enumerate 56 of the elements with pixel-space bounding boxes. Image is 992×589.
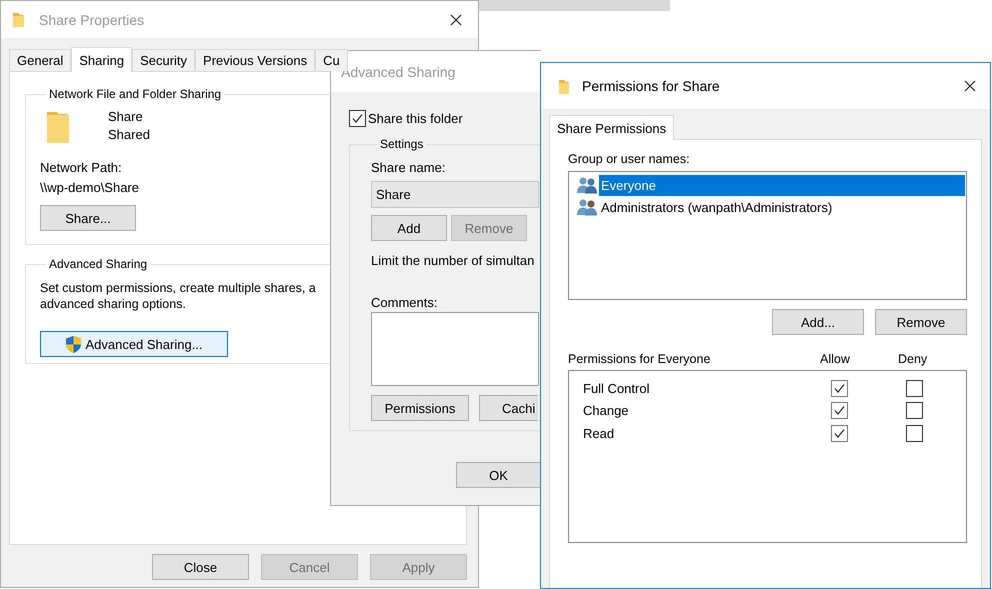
comments-field[interactable]	[371, 312, 539, 386]
shield-icon	[65, 334, 82, 354]
checkbox[interactable]	[906, 402, 923, 420]
dialog-button[interactable]: Cachi	[479, 395, 538, 421]
list-item[interactable]: Everyone	[599, 174, 965, 196]
path-label: Network Path:	[40, 160, 122, 175]
share-name-field[interactable]: Share	[371, 181, 539, 208]
permission-name: Read	[582, 426, 614, 441]
close-icon[interactable]	[964, 80, 976, 92]
dialog-button[interactable]: Add	[371, 215, 447, 241]
tab[interactable]: Security	[132, 49, 196, 71]
column-header: Deny	[898, 352, 928, 366]
dialog-button[interactable]: Close	[152, 554, 249, 580]
tab[interactable]: Previous Versions	[195, 49, 316, 71]
checkbox[interactable]	[906, 380, 923, 397]
field-label: Share name:	[371, 160, 446, 175]
limit-text: Limit the number of simultan	[371, 253, 534, 268]
share-button[interactable]: Share...	[40, 205, 136, 231]
group-heading: Advanced Sharing	[48, 257, 148, 271]
dialog-button[interactable]: Remove	[875, 309, 967, 335]
network-path: \\wp-demo\Share	[40, 180, 139, 195]
share-name: Share	[108, 109, 143, 124]
list-item[interactable]: Administrators (wanpath\Administrators)	[599, 196, 834, 218]
window-title: Permissions for Share	[582, 78, 721, 94]
close-icon[interactable]	[450, 14, 462, 26]
permission-name: Full Control	[582, 380, 650, 396]
users-icon	[576, 198, 598, 216]
checkbox[interactable]	[831, 380, 848, 397]
dialog-button[interactable]: Add...	[772, 309, 864, 335]
group-heading: Settings	[379, 137, 424, 151]
users-icon	[576, 176, 598, 194]
tab[interactable]: Share Permissions	[549, 115, 674, 140]
window-title: Share Properties	[39, 12, 146, 28]
advanced-sharing-button[interactable]: Advanced Sharing...	[40, 331, 228, 357]
folder-icon	[12, 11, 25, 28]
checkbox-label: Share this folder	[368, 111, 463, 126]
list-label: Group or user names:	[568, 152, 690, 166]
column-header: Allow	[820, 352, 850, 366]
tab[interactable]: Sharing	[71, 47, 132, 72]
ok-button[interactable]: OK	[456, 462, 541, 488]
tab[interactable]: Cu	[315, 49, 348, 71]
permission-name: Change	[582, 403, 629, 418]
share-status: Shared	[108, 127, 150, 142]
checkbox[interactable]	[349, 110, 366, 127]
folder-icon	[46, 110, 70, 144]
tab[interactable]: General	[9, 49, 72, 71]
checkbox[interactable]	[831, 402, 848, 420]
dialog-button[interactable]: Permissions	[371, 395, 469, 421]
field-label: Comments:	[371, 295, 438, 310]
checkbox[interactable]	[906, 424, 923, 442]
group-heading: Network File and Folder Sharing	[48, 87, 222, 101]
column-header: Permissions for Everyone	[568, 352, 710, 366]
checkbox[interactable]	[831, 424, 848, 442]
folder-icon	[558, 78, 570, 94]
description-text: Set custom permissions, create multiple shares, a	[40, 280, 316, 296]
description-text: advanced sharing options.	[40, 296, 186, 312]
